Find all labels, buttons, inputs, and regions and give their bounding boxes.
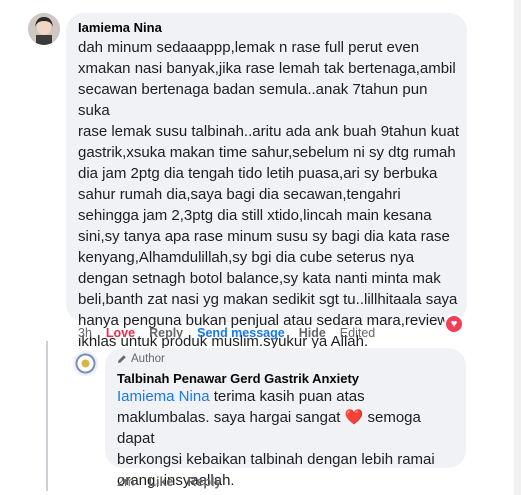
reply-text-line1: terima kasih puan atas [209, 388, 365, 405]
reply-text-line3: berkongsi kebaikan talbinah dengan lebih… [117, 451, 435, 468]
commenter-avatar[interactable] [28, 13, 60, 45]
reply-actions: 2m Like Reply [117, 475, 235, 489]
heart-emoji-icon: ❤️ [344, 409, 364, 426]
hide-button[interactable]: Hide [299, 326, 326, 340]
love-reaction-icon[interactable]: ♥ [444, 314, 464, 334]
like-button[interactable]: Like [148, 475, 173, 489]
reply-timestamp[interactable]: 2m [117, 475, 134, 489]
mention-link[interactable]: Iamiema Nina [117, 388, 210, 405]
comment-actions: 3h Love Reply Send message Hide Edited [78, 326, 389, 340]
comment-text: dah minum sedaaappp,lemak n rase full pe… [78, 39, 460, 350]
reply-text-line2: maklumbalas. saya hargai sangat [117, 409, 341, 426]
send-message-button[interactable]: Send message [197, 326, 285, 340]
scrollbar[interactable] [514, 0, 521, 495]
reply-reply-button[interactable]: Reply [187, 475, 221, 489]
page-avatar[interactable] [73, 351, 98, 376]
love-button[interactable]: Love [106, 326, 135, 340]
reply-author-name[interactable]: Talbinah Penawar Gerd Gastrik Anxiety [117, 371, 359, 386]
edited-label: Edited [339, 326, 376, 340]
pencil-icon [118, 355, 126, 363]
comment-author-name[interactable]: Iamiema Nina [78, 20, 162, 35]
author-badge-label: Author [131, 353, 165, 365]
comment-timestamp[interactable]: 3h [78, 326, 92, 340]
thread-line [46, 341, 48, 491]
author-badge: Author [117, 353, 165, 365]
reply-button[interactable]: Reply [149, 326, 183, 340]
